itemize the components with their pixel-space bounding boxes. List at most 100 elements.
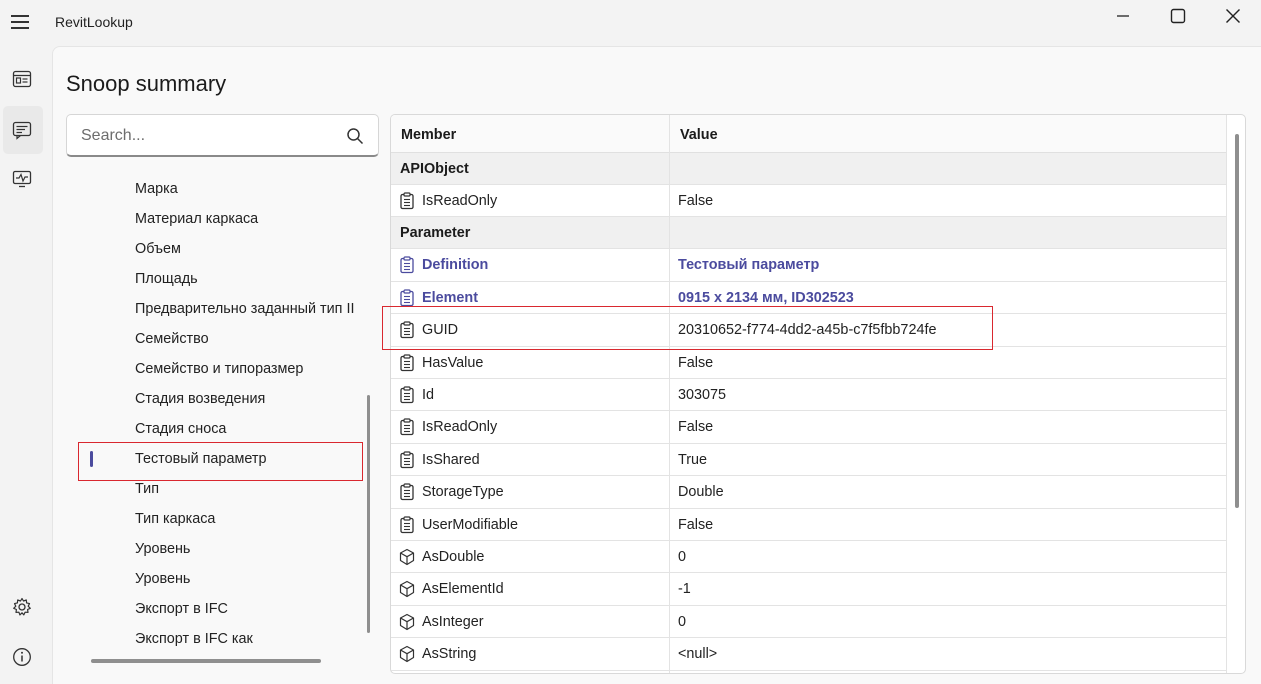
grid-row[interactable]: AsInteger 0 [391,606,1227,639]
search-icon[interactable] [346,127,364,145]
member-cell[interactable]: HasValue [391,347,669,378]
member-cell[interactable]: Element [391,282,669,313]
grid-header: Member Value [391,115,1227,153]
tree-item-label: Стадия возведения [135,391,266,407]
minimize-icon[interactable] [1096,0,1150,32]
tree-item[interactable]: Стадия сноса [66,414,366,444]
tree-item[interactable]: Экспорт в IFC как [66,624,366,650]
member-cell[interactable]: AsDouble [391,541,669,572]
member-cell[interactable]: IsShared [391,444,669,475]
search-input[interactable] [79,124,329,148]
member-value: False [678,516,714,533]
value-cell[interactable]: -1 [670,573,1226,604]
group-name: APIObject [400,161,469,177]
value-cell[interactable]: 303075 [670,379,1226,410]
member-cell[interactable]: IsReadOnly [391,411,669,442]
tree-item[interactable]: Материал каркаса [66,204,366,234]
grid-row[interactable]: AsDouble 0 [391,541,1227,574]
grid-right-border [1226,115,1227,673]
page-title: Snoop summary [66,71,227,96]
snoop-summary-icon[interactable] [10,118,34,142]
tree-item-label: Уровень [135,541,191,557]
member-value: Double [678,484,724,501]
info-icon[interactable] [10,645,34,669]
tree-item[interactable]: Тип каркаса [66,504,366,534]
grid-row[interactable]: UserModifiable False [391,509,1227,541]
app-title: RevitLookup [55,14,133,30]
grid-row[interactable]: IsReadOnly False [391,185,1227,218]
grid-row[interactable]: AsElementId -1 [391,573,1227,606]
tree-item[interactable]: Семейство [66,324,366,354]
tree-item[interactable]: Объем [66,234,366,264]
grid-row[interactable]: AsString <null> [391,638,1227,671]
value-cell[interactable]: False [670,411,1226,442]
value-cell[interactable]: <null> [670,638,1226,669]
tree-item-label: Предварительно заданный тип II [135,301,355,317]
tree-item-label: Тип каркаса [135,511,216,527]
tree-item[interactable]: Тип [66,474,366,504]
value-cell[interactable]: 0 [670,606,1226,637]
search-box[interactable] [66,114,379,157]
tree-item[interactable]: Экспорт в IFC [66,594,366,624]
column-separator[interactable] [669,115,670,673]
group-name: Parameter [400,225,471,242]
tree-item[interactable]: Предварительно заданный тип II [66,294,366,324]
member-cell[interactable]: IsReadOnly [391,185,669,216]
clipboard-icon [399,451,415,469]
gear-icon[interactable] [10,595,34,619]
tree-item[interactable]: Семейство и типоразмер [66,354,366,384]
member-name: GUID [422,322,458,339]
tree-item-label: Семейство [135,331,209,347]
grid-row[interactable]: GUID 20310652-f774-4dd2-a45b-c7f5fbb724fe [391,314,1227,347]
column-header-member[interactable]: Member [391,115,456,153]
tree-item-label: Материал каркаса [135,211,259,227]
grid-row[interactable]: IsShared True [391,444,1227,477]
value-cell[interactable]: Тестовый параметр [670,249,1226,280]
grid-row[interactable]: Definition Тестовый параметр [391,249,1227,282]
grid-row[interactable]: Id 303075 [391,379,1227,412]
maximize-icon[interactable] [1151,0,1205,32]
tree-item[interactable]: Уровень [66,534,366,564]
grid-row[interactable]: IsReadOnly False [391,411,1227,444]
member-cell[interactable]: AsElementId [391,573,669,604]
member-cell[interactable]: GUID [391,314,669,345]
member-name: AsDouble [422,549,485,565]
member-name: AsInteger [422,613,484,630]
close-icon[interactable] [1206,0,1260,32]
member-value: False [678,419,714,436]
value-cell[interactable]: True [670,444,1226,475]
clipboard-icon [399,483,415,501]
value-cell[interactable]: 20310652-f774-4dd2-a45b-c7f5fbb724fe [670,314,1226,345]
grid-row[interactable]: StorageType Double [391,476,1227,509]
member-cell[interactable]: AsString [391,638,669,669]
clipboard-icon [399,353,415,372]
value-cell[interactable]: False [670,185,1226,216]
value-cell[interactable]: 0915 x 2134 мм, ID302523 [670,282,1226,313]
tree-horizontal-scrollbar[interactable] [91,659,321,663]
grid-row[interactable]: HasValue False [391,347,1227,379]
tree-item-label: Тип [135,481,159,497]
member-cell[interactable]: UserModifiable [391,509,669,540]
value-cell[interactable]: Double [670,476,1226,507]
value-cell[interactable]: 0 [670,541,1226,572]
member-cell[interactable]: AsInteger [391,606,669,637]
member-cell[interactable]: Id [391,379,669,410]
grid-vertical-scrollbar[interactable] [1235,134,1239,508]
tree-vertical-scrollbar[interactable] [367,395,370,633]
hamburger-icon[interactable] [9,12,33,32]
tree-item[interactable]: Уровень [66,564,366,594]
column-header-value[interactable]: Value [670,115,718,153]
tree-item[interactable]: Тестовый параметр [66,444,366,474]
dashboard-icon[interactable] [10,67,34,91]
member-cell[interactable]: StorageType [391,476,669,507]
grid-row[interactable]: Element 0915 x 2134 мм, ID302523 [391,282,1227,315]
tree-item[interactable]: Площадь [66,264,366,294]
value-cell[interactable]: False [670,509,1226,540]
tree-item[interactable]: Стадия возведения [66,384,366,414]
member-cell[interactable]: Definition [391,249,669,280]
tree-item[interactable]: Марка [66,174,366,204]
tree-item-label: Объем [135,241,181,257]
member-value: False [678,354,714,371]
monitor-icon[interactable] [10,167,34,191]
value-cell[interactable]: False [670,347,1226,378]
